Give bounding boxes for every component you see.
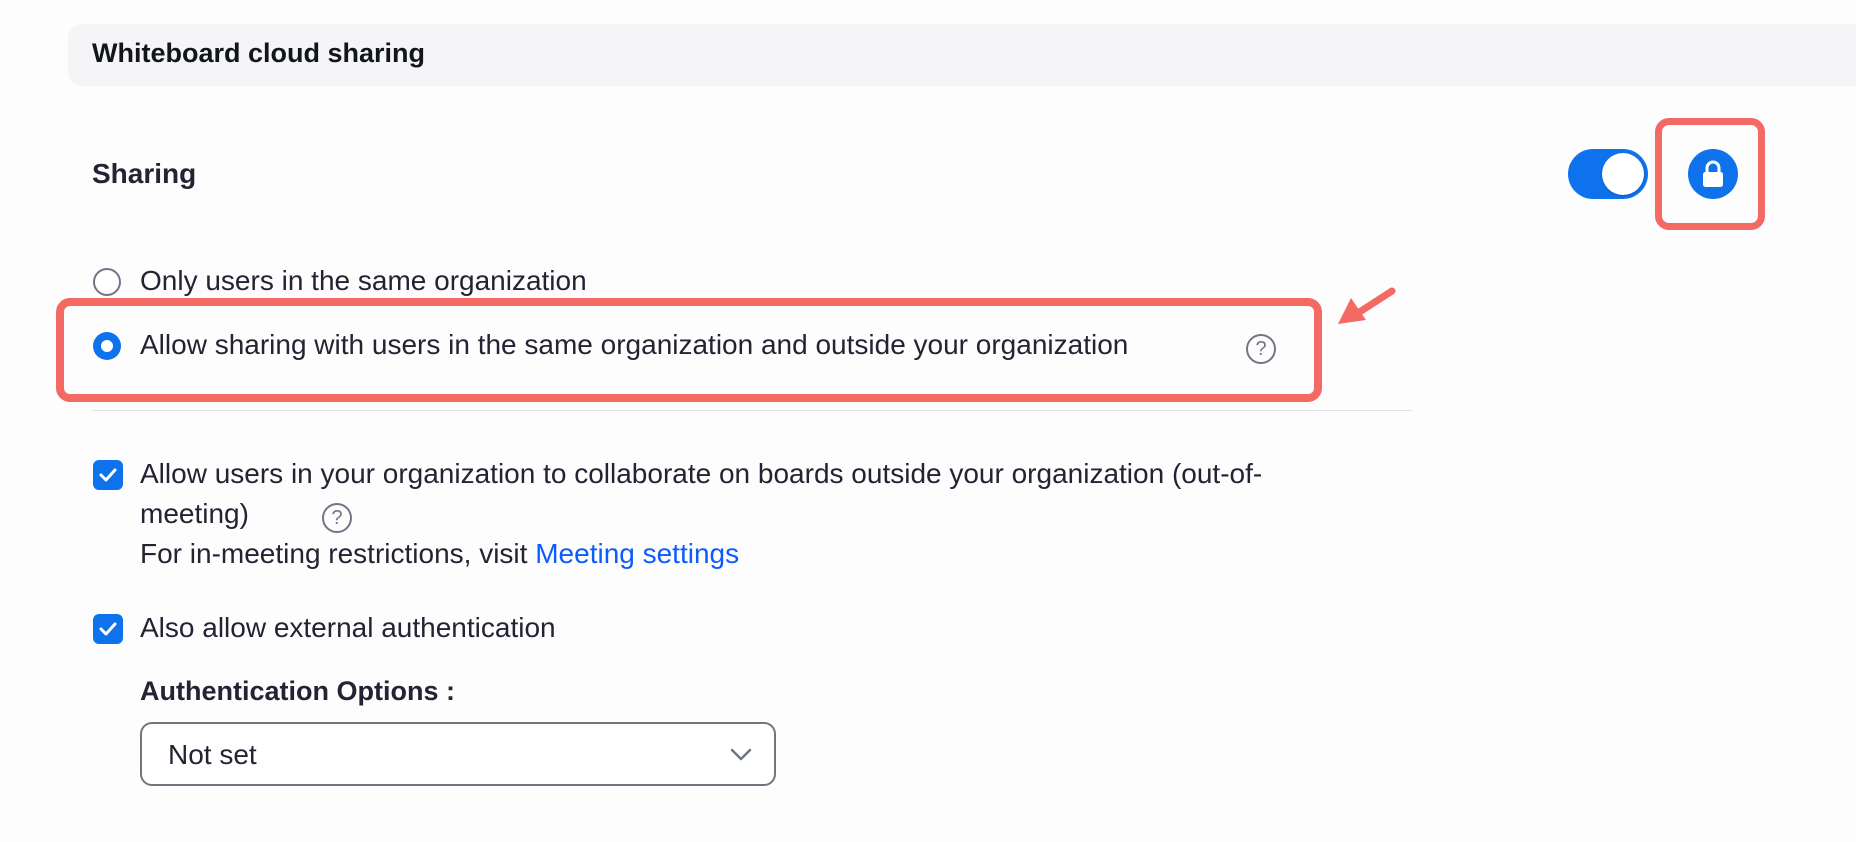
checkmark-icon — [99, 468, 117, 482]
divider — [92, 410, 1412, 411]
arrow-icon — [1338, 287, 1396, 324]
authentication-options-select[interactable]: Not set — [140, 722, 776, 786]
section-title: Whiteboard cloud sharing — [92, 38, 426, 68]
external-auth-label: Also allow external authentication — [140, 612, 556, 643]
sharing-toggle[interactable] — [1568, 149, 1648, 199]
lock-highlight-box — [1655, 118, 1765, 230]
authentication-options-label: Authentication Options : — [140, 676, 455, 706]
help-circle-icon[interactable]: ? — [322, 503, 352, 533]
in-meeting-restrictions-prefix: For in-meeting restrictions, visit — [140, 538, 536, 569]
sharing-label: Sharing — [92, 158, 197, 189]
collaborate-checkbox[interactable] — [93, 460, 123, 490]
option-same-organization-label: Only users in the same organization — [140, 265, 587, 296]
external-auth-checkbox[interactable] — [93, 614, 123, 644]
toggle-knob — [1602, 153, 1644, 195]
radio-same-organization[interactable] — [93, 268, 121, 296]
checkmark-icon — [99, 622, 117, 636]
collaborate-label: Allow users in your organization to coll… — [140, 458, 1263, 529]
option-highlight-box — [56, 298, 1322, 402]
meeting-settings-link[interactable]: Meeting settings — [535, 538, 739, 569]
in-meeting-restrictions-text: For in-meeting restrictions, visit Meeti… — [140, 534, 739, 574]
select-value: Not set — [168, 739, 257, 770]
chevron-down-icon — [730, 748, 752, 761]
